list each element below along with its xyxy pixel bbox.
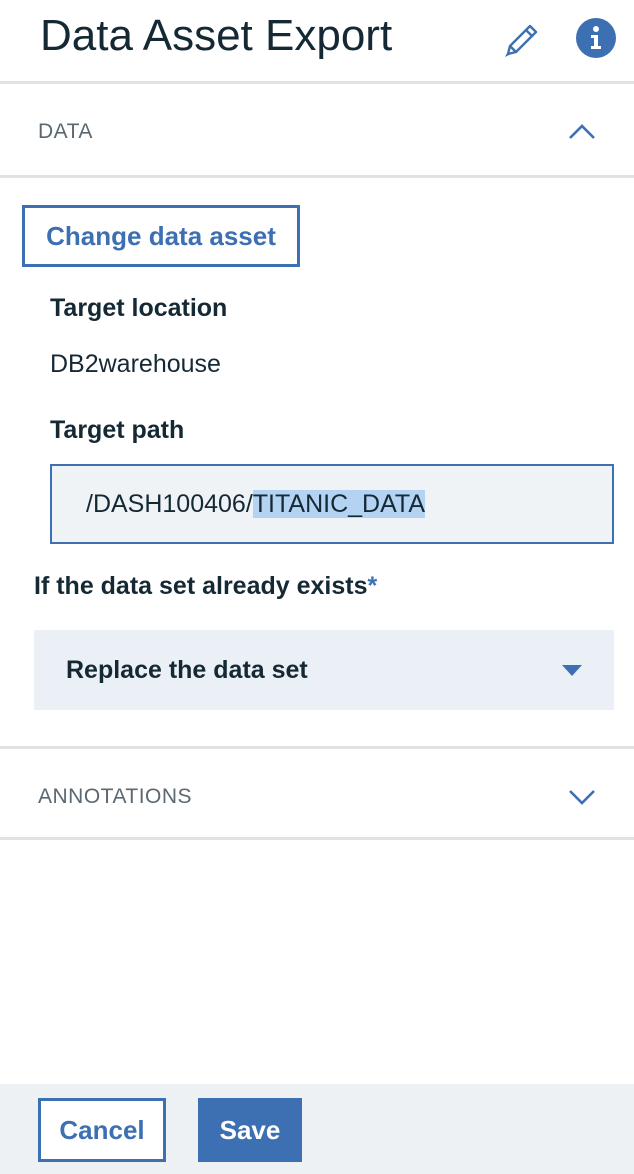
change-data-asset-button[interactable]: Change data asset [22,205,300,267]
panel-title: Data Asset Export [40,11,393,60]
target-location-label: Target location [50,294,228,322]
if-exists-selected-value: Replace the data set [66,656,308,684]
if-exists-label: If the data set already exists* [34,570,377,602]
annotations-section-label: ANNOTATIONS [38,785,193,808]
target-path-selected-text: TITANIC_DATA [252,490,426,518]
chevron-up-icon [566,116,598,148]
target-path-prefix: /DASH100406/ [86,490,253,518]
panel-footer: Cancel Save [0,1084,634,1174]
if-exists-select[interactable]: Replace the data set [34,630,614,710]
target-location-value: DB2warehouse [50,350,221,378]
data-asset-export-panel: Data Asset Export DATA Change data asset… [0,0,634,1174]
chevron-down-icon [566,781,598,813]
required-marker: * [367,572,378,600]
target-path-label: Target path [50,416,185,444]
info-icon[interactable] [576,18,616,58]
panel-header: Data Asset Export [0,0,634,84]
annotations-section-toggle[interactable]: ANNOTATIONS [0,746,634,840]
save-button[interactable]: Save [198,1098,302,1162]
data-section-label: DATA [38,120,93,143]
pencil-icon[interactable] [500,18,544,62]
caret-down-icon [562,664,582,676]
target-path-input[interactable]: /DASH100406/TITANIC_DATA [50,464,614,544]
data-section-toggle[interactable]: DATA [0,84,634,178]
if-exists-label-text: If the data set already exists [34,572,368,600]
cancel-button[interactable]: Cancel [38,1098,166,1162]
